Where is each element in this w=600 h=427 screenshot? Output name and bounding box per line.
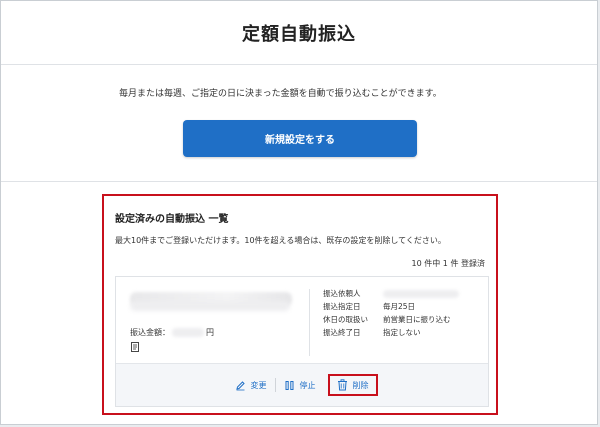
info-value: 前営業日に振り込む (383, 315, 451, 324)
stop-label: 停止 (299, 380, 316, 390)
stop-button[interactable]: 停止 (276, 380, 324, 391)
info-value: 指定しない (383, 328, 421, 337)
info-key: 休日の取扱い (323, 315, 368, 324)
payee-account-redacted (130, 301, 290, 311)
edit-button[interactable]: 変更 (227, 380, 275, 391)
app-window: 定額自動振込 毎月または毎週、ご指定の日に決まった金額を自動で振り込むことができ… (0, 0, 598, 425)
info-row-end: 振込終了日 指定しない (323, 326, 459, 339)
info-key: 振込指定日 (323, 302, 361, 311)
amount-unit: 円 (206, 328, 214, 337)
transfer-card: 振込金額： 円 振込依頼人 振込指定日 毎月25日 休日の取扱い 前営業日に振り… (115, 276, 489, 407)
info-row-holiday: 休日の取扱い 前営業日に振り込む (323, 313, 459, 326)
pencil-icon (235, 380, 245, 390)
intro-description: 毎月または毎週、ご指定の日に決まった金額を自動で振り込むことができます。 (119, 89, 442, 99)
memo-icon[interactable] (130, 342, 140, 352)
new-setting-button[interactable]: 新規設定をする (183, 120, 417, 157)
delete-button[interactable]: 削除 (327, 374, 378, 396)
page-title: 定額自動振込 (242, 23, 356, 45)
requester-redacted (383, 289, 459, 298)
info-key: 振込終了日 (323, 328, 361, 337)
trash-icon (337, 379, 347, 391)
pause-icon (285, 380, 294, 390)
info-value: 毎月25日 (383, 302, 416, 311)
registered-transfers-panel: 設定済みの自動振込 一覧 最大10件までご登録いただけます。10件を超える場合は… (102, 194, 498, 415)
edit-label: 変更 (250, 380, 267, 390)
amount-row: 振込金額： 円 (130, 327, 214, 338)
transfer-info: 振込依頼人 振込指定日 毎月25日 休日の取扱い 前営業日に振り込む 振込終了日… (323, 287, 459, 339)
header: 定額自動振込 (1, 1, 597, 65)
info-row-date: 振込指定日 毎月25日 (323, 300, 459, 313)
info-row-requester: 振込依頼人 (323, 287, 459, 300)
panel-title: 設定済みの自動振込 一覧 (115, 214, 229, 225)
info-key: 振込依頼人 (323, 289, 361, 298)
registered-count: 10 件中 1 件 登録済 (411, 259, 485, 268)
amount-label: 振込金額： (130, 328, 170, 337)
delete-label: 削除 (352, 380, 369, 390)
panel-note: 最大10件までご登録いただけます。10件を超える場合は、既存の設定を削除してくだ… (115, 236, 446, 245)
card-actions: 変更 停止 削除 (116, 363, 488, 406)
card-divider (309, 289, 310, 356)
divider (1, 181, 597, 182)
amount-redacted (172, 328, 204, 337)
